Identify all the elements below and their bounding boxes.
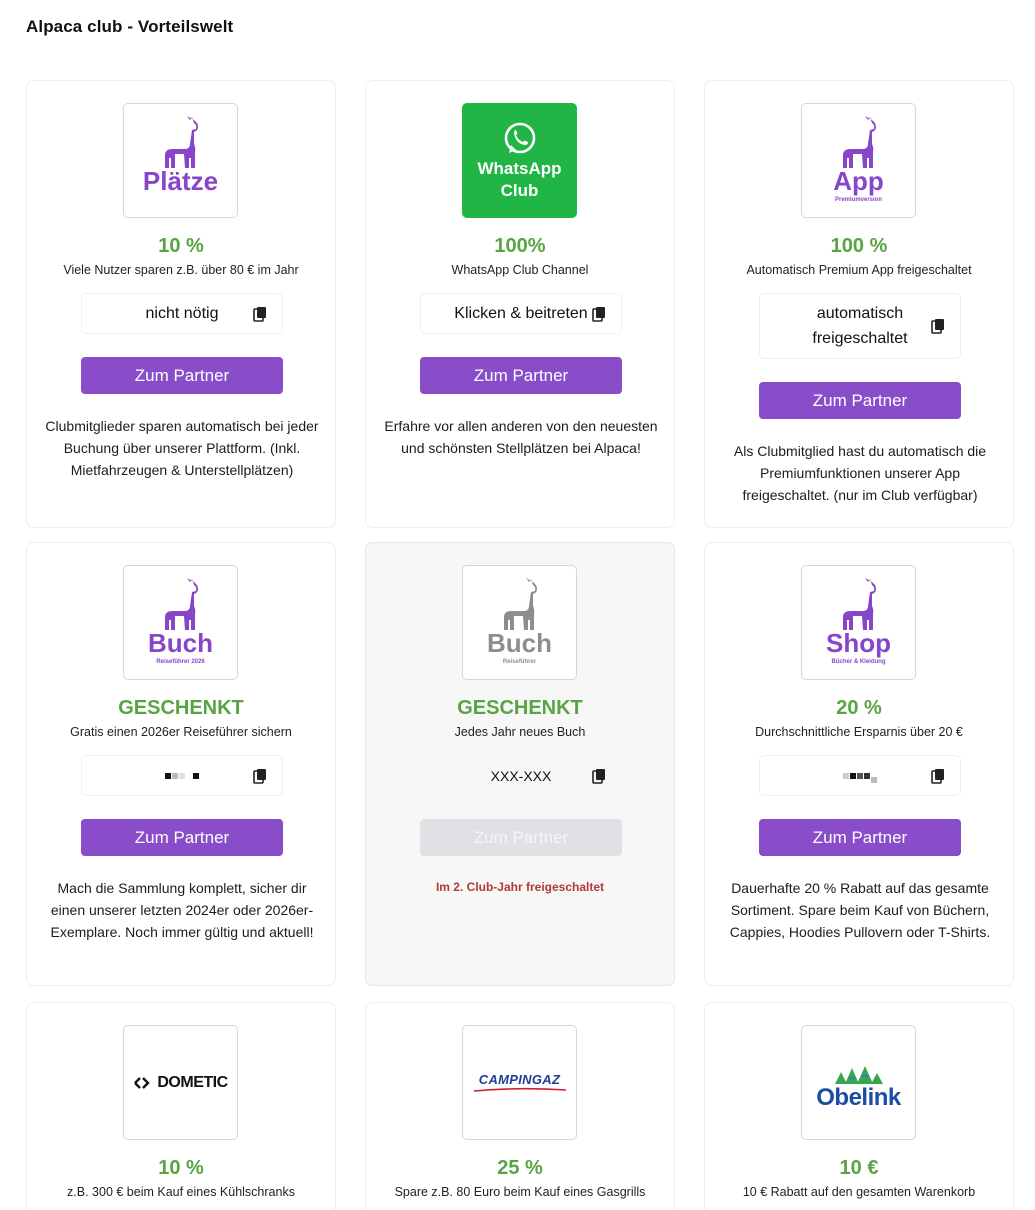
zum-partner-button[interactable]: Zum Partner (759, 819, 961, 856)
benefit-subtitle: Viele Nutzer sparen z.B. über 80 € im Ja… (63, 263, 299, 277)
code-box[interactable]: automatisch freigeschaltet (759, 293, 961, 359)
whatsapp-club-logo: WhatsApp Club (462, 103, 577, 218)
campingaz-logo-icon: CAMPINGAZ (472, 1072, 568, 1093)
logo-word: App (833, 166, 884, 196)
benefit-card-whatsapp: WhatsApp Club 100% WhatsApp Club Channel… (365, 80, 675, 528)
benefit-subtitle: 10 € Rabatt auf den gesamten Warenkorb (742, 1185, 976, 1199)
plaetze-logo: Plätze (123, 103, 238, 218)
zum-partner-button[interactable]: Zum Partner (81, 357, 283, 394)
logo-word: Shop (826, 628, 891, 658)
benefit-value: 10 % (158, 235, 204, 257)
benefit-subtitle: WhatsApp Club Channel (451, 263, 589, 277)
benefit-subtitle: Jedes Jahr neues Buch (454, 725, 586, 739)
benefit-subtitle: Spare z.B. 80 Euro beim Kauf eines Gasgr… (394, 1185, 646, 1199)
logo-subline: Bücher & Kleidung (831, 659, 886, 665)
benefit-description: Mach die Sammlung komplett, sicher dir e… (50, 880, 314, 940)
logo-subline: Reiseführer (502, 659, 537, 665)
benefit-card-plaetze: Plätze 10 % Viele Nutzer sparen z.B. übe… (26, 80, 336, 528)
llama-icon (164, 578, 198, 630)
code-box[interactable]: XXX-XXX (420, 755, 622, 796)
whatsapp-icon (504, 122, 535, 153)
masked-code (165, 772, 199, 779)
benefit-value: GESCHENKT (457, 697, 583, 719)
benefit-card-app: App Premiumversion 100 % Automatisch Pre… (704, 80, 1014, 528)
copy-icon[interactable] (253, 306, 267, 322)
code-box[interactable]: nicht nötig (81, 293, 283, 334)
code-box[interactable] (759, 755, 961, 796)
benefit-description: Dauerhafte 20 % Rabatt auf das gesamte S… (729, 880, 991, 940)
llama-icon (842, 116, 876, 168)
benefit-card-buch-locked: Buch Reiseführer GESCHENKT Jedes Jahr ne… (365, 542, 675, 986)
code-box[interactable]: Klicken & beitreten (420, 293, 622, 334)
whatsapp-logo-line2: Club (500, 180, 539, 200)
benefit-description: Als Clubmitglied hast du automatisch die… (733, 443, 987, 503)
benefit-subtitle: Durchschnittliche Ersparnis über 20 € (755, 725, 963, 739)
benefit-subtitle: Automatisch Premium App freigeschaltet (746, 263, 972, 277)
benefit-value: 20 % (836, 697, 882, 719)
benefit-subtitle: Gratis einen 2026er Reiseführer sichern (70, 725, 292, 739)
copy-icon[interactable] (592, 306, 606, 322)
logo-word: Buch (148, 628, 213, 658)
llama-icon (842, 578, 876, 630)
benefit-description: Clubmitglieder sparen automatisch bei je… (45, 418, 319, 478)
app-logo: App Premiumversion (801, 103, 916, 218)
code-text: XXX-XXX (490, 767, 552, 784)
logo-subline: Premiumversion (834, 197, 883, 203)
benefit-subtitle: z.B. 300 € beim Kauf eines Kühlschranks (67, 1185, 295, 1199)
code-box[interactable] (81, 755, 283, 796)
code-text: Klicken & beitreten (454, 304, 588, 322)
copy-icon[interactable] (931, 318, 945, 334)
llama-icon (164, 116, 198, 168)
page-title: Alpaca club - Vorteilswelt (26, 17, 234, 36)
obelink-logo: Obelink (801, 1025, 916, 1140)
locked-note: Im 2. Club-Jahr freigeschaltet (435, 880, 605, 894)
benefit-card-obelink: Obelink 10 € 10 € Rabatt auf den gesamte… (704, 1002, 1014, 1210)
buch-logo-grey: Buch Reiseführer (462, 565, 577, 680)
benefit-value: 10 % (158, 1157, 204, 1179)
benefit-value: 100 % (830, 235, 888, 257)
benefit-description: Erfahre vor allen anderen von den neuest… (384, 418, 658, 456)
masked-code (843, 769, 877, 783)
benefit-value: 25 % (497, 1157, 543, 1179)
logo-subline: Reiseführer 2026 (156, 659, 205, 665)
code-text-line2: freigeschaltet (812, 330, 908, 347)
copy-icon[interactable] (592, 768, 606, 784)
zum-partner-button[interactable]: Zum Partner (759, 382, 961, 419)
benefit-card-campingaz: CAMPINGAZ 25 % Spare z.B. 80 Euro beim K… (365, 1002, 675, 1210)
shop-logo: Shop Bücher & Kleidung (801, 565, 916, 680)
benefit-card-buch-2026: Buch Reiseführer 2026 GESCHENKT Gratis e… (26, 542, 336, 986)
dometic-logo-icon: DOMETIC (133, 1074, 228, 1092)
buch-logo: Buch Reiseführer 2026 (123, 565, 238, 680)
zum-partner-button-disabled: Zum Partner (420, 819, 622, 856)
benefit-value: 100% (494, 235, 546, 257)
zum-partner-button[interactable]: Zum Partner (420, 357, 622, 394)
code-text: nicht nötig (145, 304, 219, 322)
code-text-line1: automatisch (816, 305, 904, 322)
copy-icon[interactable] (931, 768, 945, 784)
benefit-value: GESCHENKT (118, 697, 244, 719)
obelink-logo-icon: Obelink (816, 1064, 901, 1110)
benefit-card-dometic: DOMETIC 10 % z.B. 300 € beim Kauf eines … (26, 1002, 336, 1210)
dometic-logo: DOMETIC (123, 1025, 238, 1140)
copy-icon[interactable] (253, 768, 267, 784)
logo-word: Buch (487, 628, 552, 658)
logo-word: Plätze (142, 166, 219, 196)
benefit-card-shop: Shop Bücher & Kleidung 20 % Durchschnitt… (704, 542, 1014, 986)
zum-partner-button[interactable]: Zum Partner (81, 819, 283, 856)
whatsapp-logo-line1: WhatsApp (477, 158, 562, 178)
benefit-value: 10 € (839, 1157, 879, 1179)
llama-icon (503, 578, 537, 630)
campingaz-logo: CAMPINGAZ (462, 1025, 577, 1140)
